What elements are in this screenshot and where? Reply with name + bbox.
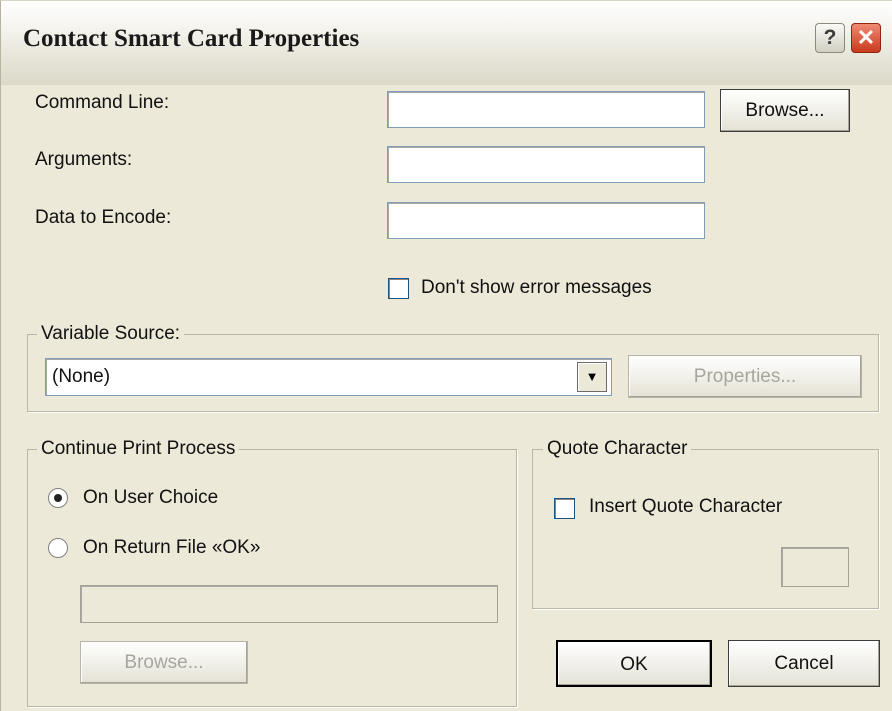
cancel-button[interactable]: Cancel <box>728 640 880 687</box>
close-button[interactable]: ✕ <box>851 23 881 53</box>
insert-quote-label: Insert Quote Character <box>589 496 783 517</box>
close-icon: ✕ <box>856 25 876 50</box>
ok-label: OK <box>620 654 648 675</box>
dont-show-errors-label: Don't show error messages <box>421 277 652 298</box>
return-file-browse-label: Browse... <box>124 652 204 673</box>
on-user-choice-radio[interactable] <box>48 488 68 508</box>
command-line-browse-label: Browse... <box>745 100 825 121</box>
quote-character-legend: Quote Character <box>543 438 692 460</box>
dialog-window: Contact Smart Card Properties ? ✕ Comman… <box>0 0 892 711</box>
radio-selected-dot <box>54 494 62 502</box>
dont-show-errors-checkbox[interactable] <box>388 278 409 299</box>
properties-button[interactable]: Properties... <box>628 355 862 398</box>
on-user-choice-label: On User Choice <box>83 487 219 508</box>
quote-character-input[interactable] <box>781 547 849 587</box>
on-return-file-radio[interactable] <box>48 538 68 558</box>
data-to-encode-label: Data to Encode: <box>35 207 172 228</box>
arguments-label: Arguments: <box>35 149 133 170</box>
command-line-label: Command Line: <box>35 92 170 113</box>
command-line-input[interactable] <box>387 91 705 128</box>
arguments-input[interactable] <box>387 146 705 183</box>
cancel-label: Cancel <box>774 653 834 674</box>
ok-button[interactable]: OK <box>556 640 712 687</box>
variable-source-selected: (None) <box>52 366 111 387</box>
return-file-input[interactable] <box>80 585 498 623</box>
data-to-encode-input[interactable] <box>387 202 705 239</box>
window-title: Contact Smart Card Properties <box>23 25 360 52</box>
help-icon: ? <box>823 26 837 49</box>
properties-label: Properties... <box>693 366 797 387</box>
variable-source-legend: Variable Source: <box>37 323 185 345</box>
insert-quote-checkbox[interactable] <box>554 498 575 519</box>
help-button[interactable]: ? <box>815 23 845 53</box>
dropdown-arrow-icon[interactable]: ▼ <box>577 362 607 392</box>
continue-print-legend: Continue Print Process <box>37 438 240 460</box>
on-return-file-label: On Return File «OK» <box>83 537 261 558</box>
variable-source-dropdown[interactable]: (None) ▼ <box>45 358 612 396</box>
return-file-browse-button[interactable]: Browse... <box>80 641 248 684</box>
title-bar[interactable]: Contact Smart Card Properties ? ✕ <box>1 1 892 85</box>
command-line-browse-button[interactable]: Browse... <box>720 89 850 132</box>
